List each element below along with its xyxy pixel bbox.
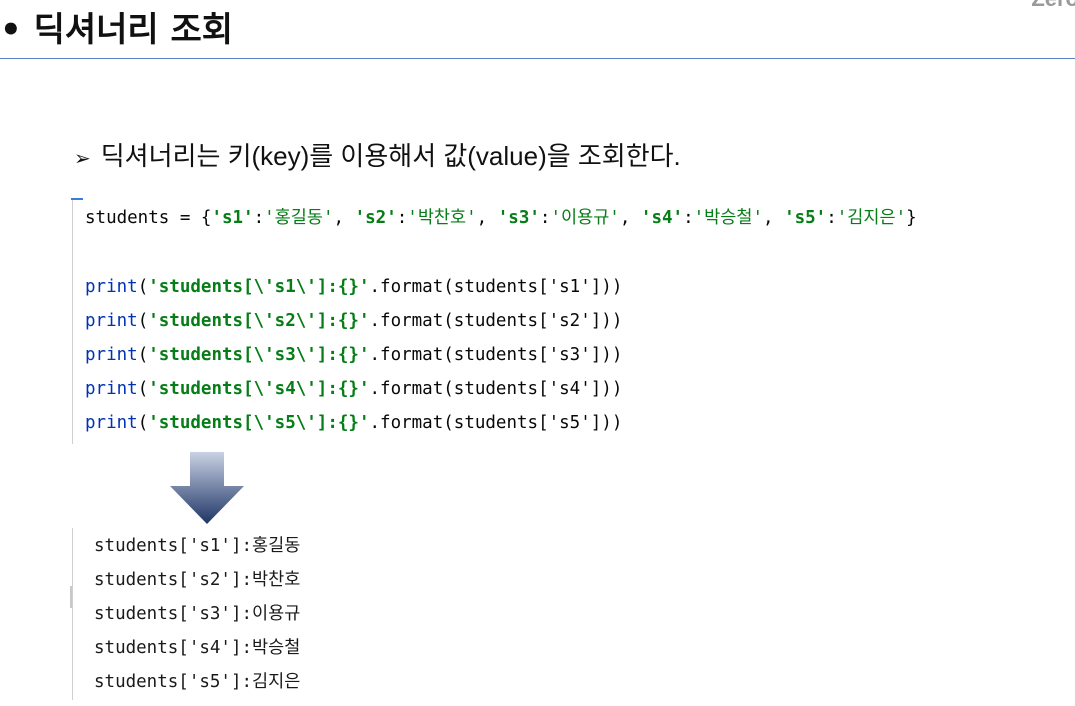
dict-value: '박승철'	[693, 208, 763, 228]
down-arrow-icon	[170, 452, 244, 524]
console-output: students['s1']:홍길동 students['s2']:박찬호 st…	[70, 528, 473, 700]
print-keyword: print	[85, 277, 138, 297]
format-call: .format(students['s5']))	[369, 413, 623, 433]
format-call: .format(students['s1']))	[369, 277, 623, 297]
bullet-text: 딕셔너리는 키(key)를 이용해서 값(value)을 조회한다.	[100, 141, 681, 171]
code-line-print: print('students[\'s4\']:{}'.format(stude…	[85, 379, 623, 399]
code-line-print: print('students[\'s5\']:{}'.format(stude…	[85, 413, 623, 433]
code-line-print: print('students[\'s2\']:{}'.format(stude…	[85, 311, 623, 331]
bullet-arrow-icon: ➢	[74, 148, 91, 170]
brand-logo: Zero	[1031, 0, 1075, 12]
format-string: 'students[\'s2\']:{}'	[148, 311, 370, 331]
dict-prefix: students = {	[85, 208, 212, 228]
title-divider	[0, 58, 1075, 59]
dict-value: '이용규'	[550, 208, 620, 228]
output-line: students['s3']:이용규	[94, 604, 301, 624]
format-call: .format(students['s3']))	[369, 345, 623, 365]
editor-caret-marker	[71, 198, 83, 200]
dict-key: 's3'	[497, 208, 540, 228]
output-line: students['s1']:홍길동	[94, 536, 301, 556]
print-keyword: print	[85, 379, 138, 399]
print-keyword: print	[85, 311, 138, 331]
dict-key: 's1'	[211, 208, 254, 228]
format-call: .format(students['s2']))	[369, 311, 623, 331]
output-line: students['s2']:박찬호	[94, 570, 301, 590]
dict-value: '홍길동'	[264, 208, 334, 228]
dict-suffix: }	[906, 208, 917, 228]
format-call: .format(students['s4']))	[369, 379, 623, 399]
print-keyword: print	[85, 413, 138, 433]
console-scroll-marker	[70, 586, 72, 608]
dict-key: 's2'	[354, 208, 397, 228]
print-keyword: print	[85, 345, 138, 365]
output-line: students['s4']:박승철	[94, 638, 301, 658]
format-string: 'students[\'s4\']:{}'	[148, 379, 370, 399]
dict-key: 's5'	[784, 208, 827, 228]
code-line-print: print('students[\'s3\']:{}'.format(stude…	[85, 345, 623, 365]
bullet-point: ➢ 딕셔너리는 키(key)를 이용해서 값(value)을 조회한다.	[74, 140, 681, 175]
slide-title: • 딕셔너리 조회	[0, 10, 234, 50]
format-string: 'students[\'s1\']:{}'	[148, 277, 370, 297]
dict-value: '김지은'	[836, 208, 907, 228]
output-line: students['s5']:김지은	[94, 672, 301, 692]
code-line-print: print('students[\'s1\']:{}'.format(stude…	[85, 277, 623, 297]
dict-key: 's4'	[640, 208, 684, 228]
dict-value: '박찬호'	[407, 208, 477, 228]
format-string: 'students[\'s5\']:{}'	[148, 413, 370, 433]
code-editor: students = {'s1':'홍길동', 's2':'박찬호', 's3'…	[71, 198, 1073, 444]
format-string: 'students[\'s3\']:{}'	[148, 345, 370, 365]
code-line-dict: students = {'s1':'홍길동', 's2':'박찬호', 's3'…	[85, 208, 917, 228]
